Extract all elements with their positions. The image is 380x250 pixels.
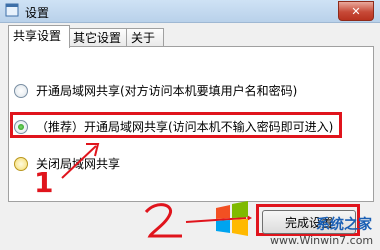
watermark-logo-text: 系统之家 xyxy=(316,217,372,233)
windows-logo-icon xyxy=(216,201,248,236)
tab-share-settings[interactable]: 共享设置 xyxy=(8,25,70,48)
annotation-two-stroke xyxy=(144,203,182,238)
annotation-arrow-1 xyxy=(61,145,97,179)
tab-label: 共享设置 xyxy=(13,29,62,43)
annotation-step-1: 1 xyxy=(34,166,54,199)
watermark-url: www.Winwin7.com xyxy=(270,234,374,247)
